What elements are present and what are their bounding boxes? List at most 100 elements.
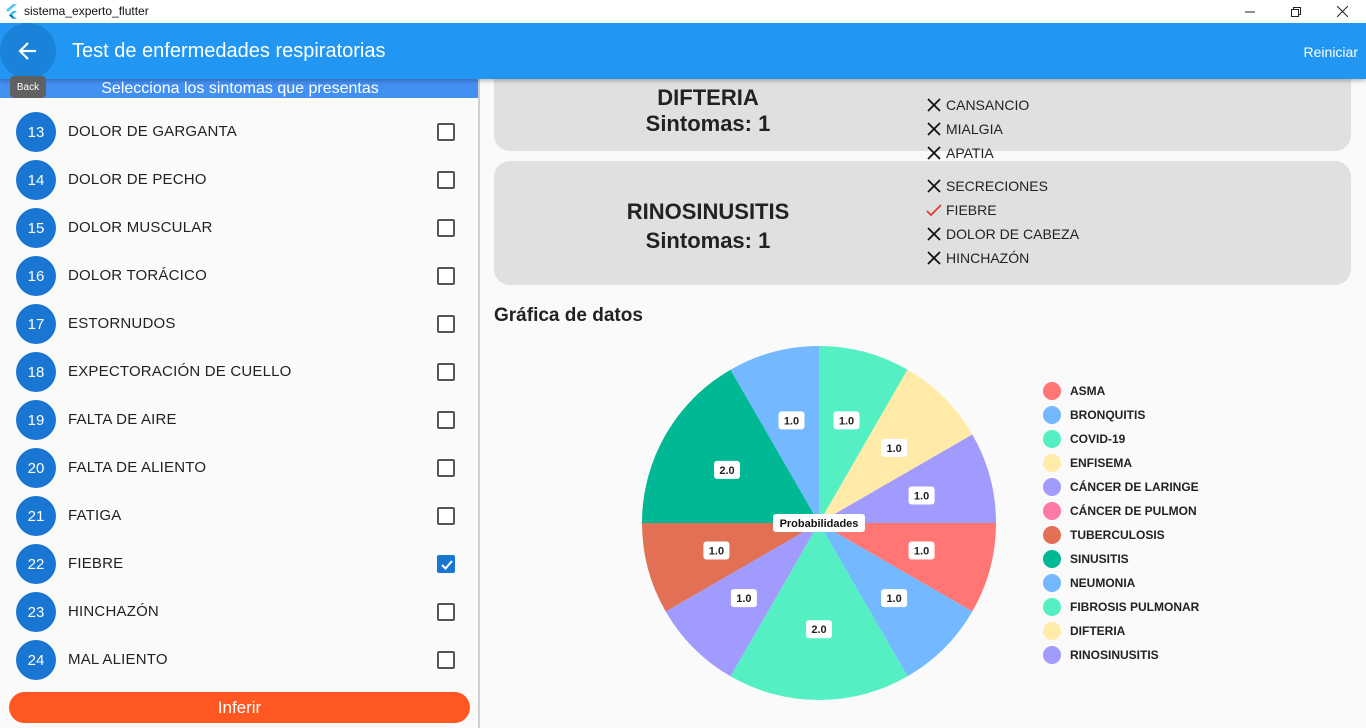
restore-button[interactable] bbox=[1273, 0, 1319, 23]
svg-text:Probabilidades: Probabilidades bbox=[780, 518, 859, 530]
legend-label: RINOSINUSITIS bbox=[1070, 648, 1159, 662]
legend-item: SINUSITIS bbox=[1043, 549, 1129, 569]
symptom-row[interactable]: 23 HINCHAZÓN bbox=[0, 588, 478, 636]
symptom-number-badge: 24 bbox=[16, 640, 56, 680]
symptom-row[interactable]: 15 DOLOR MUSCULAR bbox=[0, 204, 478, 252]
legend-item: CÁNCER DE LARINGE bbox=[1043, 477, 1199, 497]
legend-label: CÁNCER DE LARINGE bbox=[1070, 480, 1199, 494]
svg-text:2.0: 2.0 bbox=[811, 624, 826, 636]
legend-color-dot bbox=[1043, 598, 1061, 616]
symptom-list-panel: Selecciona los sintomas que presentas 13… bbox=[0, 79, 478, 728]
symptom-checkbox[interactable] bbox=[437, 603, 455, 621]
pie-value-label: 1.0 bbox=[908, 541, 935, 560]
symptom-label: FALTA DE AIRE bbox=[68, 411, 177, 428]
symptom-label: MAL ALIENTO bbox=[68, 651, 168, 668]
legend-label: ENFISEMA bbox=[1070, 456, 1133, 470]
symptom-number-badge: 20 bbox=[16, 448, 56, 488]
symptom-checkbox[interactable] bbox=[437, 219, 455, 237]
symptom-checkbox[interactable] bbox=[437, 411, 455, 429]
svg-text:1.0: 1.0 bbox=[736, 593, 751, 605]
symptom-row[interactable]: 20 FALTA DE ALIENTO bbox=[0, 444, 478, 492]
symptom-row[interactable]: 24 MAL ALIENTO bbox=[0, 636, 478, 684]
symptom-number-badge: 19 bbox=[16, 400, 56, 440]
infer-button[interactable]: Inferir bbox=[9, 692, 470, 723]
symptom-label: FIEBRE bbox=[68, 555, 124, 572]
legend-label: NEUMONIA bbox=[1070, 576, 1136, 590]
symptom-number-badge: 16 bbox=[16, 256, 56, 296]
back-tooltip: Back bbox=[10, 76, 46, 98]
reset-button[interactable]: Reiniciar bbox=[1304, 44, 1358, 60]
legend-color-dot bbox=[1043, 454, 1061, 472]
symptom-checkbox[interactable] bbox=[437, 171, 455, 189]
symptom-number-badge: 22 bbox=[16, 544, 56, 584]
pie-chart: 1.0 1.0 2.0 1.0 1.0 2.0 1.0 1.0 1.0 1.0 Probabilid… bbox=[642, 346, 997, 700]
symptom-checkbox[interactable] bbox=[437, 555, 455, 573]
svg-text:1.0: 1.0 bbox=[784, 415, 799, 427]
symptom-number-badge: 13 bbox=[16, 112, 56, 152]
window-title: sistema_experto_flutter bbox=[24, 4, 149, 18]
symptom-checkbox[interactable] bbox=[437, 507, 455, 525]
close-button[interactable] bbox=[1319, 0, 1365, 23]
pie-value-label: 1.0 bbox=[730, 589, 757, 608]
symptom-row[interactable]: 22 FIEBRE bbox=[0, 540, 478, 588]
legend-label: SINUSITIS bbox=[1070, 552, 1129, 566]
symptom-row[interactable]: 16 DOLOR TORÁCICO bbox=[0, 252, 478, 300]
page-title: Test de enfermedades respiratorias bbox=[72, 40, 386, 62]
legend-color-dot bbox=[1043, 502, 1061, 520]
minimize-icon bbox=[1245, 11, 1255, 12]
back-button[interactable] bbox=[0, 23, 56, 79]
symptom-label: DOLOR DE GARGANTA bbox=[68, 123, 237, 140]
legend-item: CÁNCER DE PULMON bbox=[1043, 501, 1197, 521]
symptom-label: DOLOR TORÁCICO bbox=[68, 267, 207, 284]
symptom-label: HINCHAZÓN bbox=[68, 603, 159, 620]
legend-label: COVID-19 bbox=[1070, 432, 1126, 446]
symptom-row[interactable]: 21 FATIGA bbox=[0, 492, 478, 540]
symptom-label: FALTA DE ALIENTO bbox=[68, 459, 207, 476]
legend-label: CÁNCER DE PULMON bbox=[1070, 504, 1197, 518]
results-panel: DIFTERIA Sintomas: 1 CANSANCIO MIALGIA APATI… bbox=[480, 79, 1366, 728]
legend-color-dot bbox=[1043, 478, 1061, 496]
symptom-number-badge: 17 bbox=[16, 304, 56, 344]
close-icon bbox=[1336, 6, 1348, 17]
minimize-button[interactable] bbox=[1227, 0, 1273, 23]
symptom-label: FATIGA bbox=[68, 507, 122, 524]
restore-icon bbox=[1291, 6, 1301, 17]
symptom-row[interactable]: 18 EXPECTORACIÓN DE CUELLO bbox=[0, 348, 478, 396]
pie-value-label: 1.0 bbox=[908, 486, 935, 505]
svg-text:1.0: 1.0 bbox=[914, 491, 929, 503]
symptom-label: EXPECTORACIÓN DE CUELLO bbox=[68, 363, 292, 380]
symptom-checkbox[interactable] bbox=[437, 123, 455, 141]
symptom-checkbox[interactable] bbox=[437, 363, 455, 381]
legend-item: RINOSINUSITIS bbox=[1043, 645, 1159, 665]
legend-item: ENFISEMA bbox=[1043, 453, 1132, 473]
symptom-row[interactable]: 17 ESTORNUDOS bbox=[0, 300, 478, 348]
pie-value-label: 1.0 bbox=[881, 589, 908, 608]
pie-value-label: 2.0 bbox=[714, 460, 741, 479]
symptom-number-badge: 21 bbox=[16, 496, 56, 536]
legend-color-dot bbox=[1043, 550, 1061, 568]
symptom-row[interactable]: 19 FALTA DE AIRE bbox=[0, 396, 478, 444]
symptom-number-badge: 23 bbox=[16, 592, 56, 632]
legend-label: DIFTERIA bbox=[1070, 624, 1126, 638]
arrow-back-icon bbox=[18, 42, 36, 60]
pie-value-label: 1.0 bbox=[833, 411, 860, 430]
legend-color-dot bbox=[1043, 622, 1061, 640]
symptom-checkbox[interactable] bbox=[437, 651, 455, 669]
pie-value-label: 1.0 bbox=[881, 438, 908, 457]
svg-text:2.0: 2.0 bbox=[719, 465, 734, 477]
legend-label: ASMA bbox=[1070, 384, 1106, 398]
symptom-checkbox[interactable] bbox=[437, 459, 455, 477]
legend-color-dot bbox=[1043, 406, 1061, 424]
legend-item: COVID-19 bbox=[1043, 429, 1125, 449]
legend-label: FIBROSIS PULMONAR bbox=[1070, 600, 1200, 614]
symptom-checkbox[interactable] bbox=[437, 267, 455, 285]
symptom-row[interactable]: 13 DOLOR DE GARGANTA bbox=[0, 108, 478, 156]
symptom-list-header: Selecciona los sintomas que presentas bbox=[0, 79, 478, 98]
legend-label: TUBERCULOSIS bbox=[1070, 528, 1165, 542]
legend-color-dot bbox=[1043, 646, 1061, 664]
symptom-row[interactable]: 14 DOLOR DE PECHO bbox=[0, 156, 478, 204]
symptom-label: ESTORNUDOS bbox=[68, 315, 176, 332]
window-titlebar: sistema_experto_flutter bbox=[0, 0, 1366, 23]
symptom-checkbox[interactable] bbox=[437, 315, 455, 333]
svg-text:1.0: 1.0 bbox=[886, 593, 901, 605]
